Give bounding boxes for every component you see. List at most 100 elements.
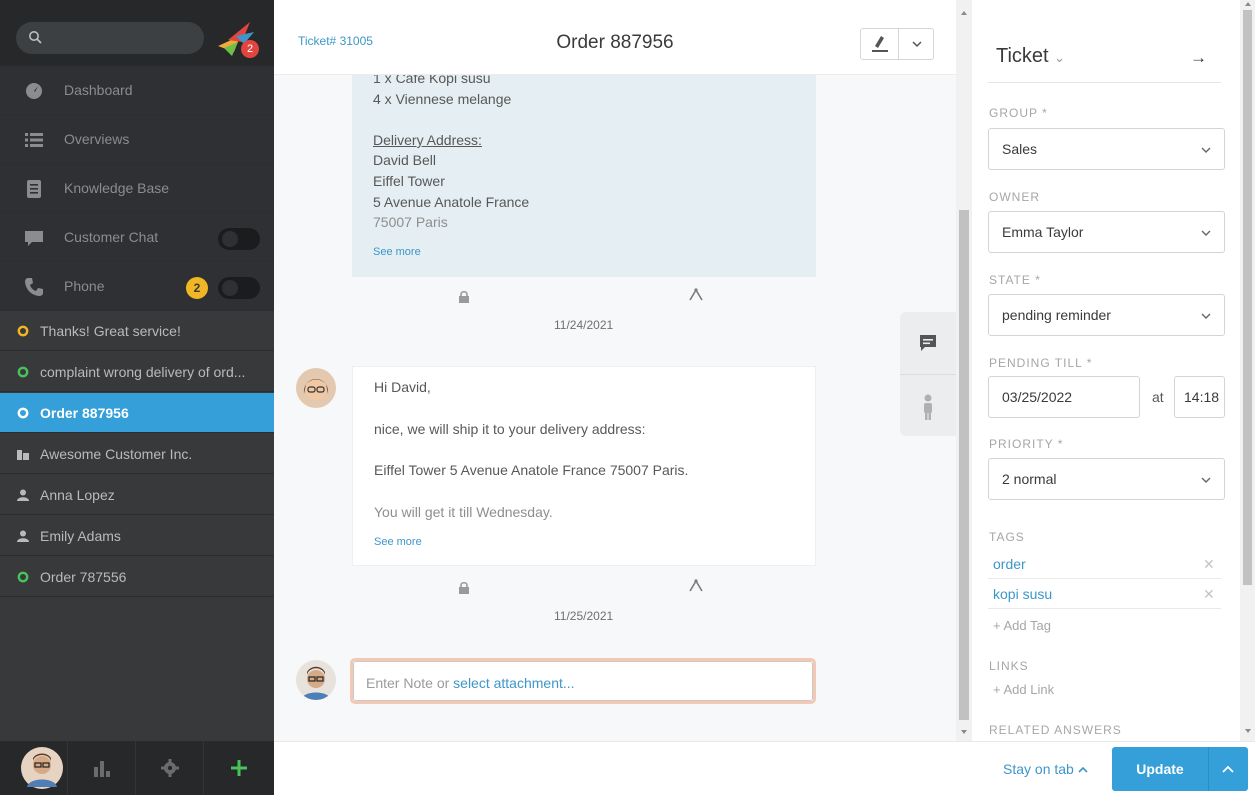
scroll-thumb[interactable] [1243,10,1252,585]
group-select[interactable]: Sales [988,128,1225,170]
task-label: Order 887956 [40,405,129,421]
links-label: LINKS [989,659,1029,673]
task-label: Anna Lopez [40,487,115,503]
article-line: Hi David, [374,379,431,395]
split-icon[interactable] [688,288,704,302]
task-item[interactable]: Awesome Customer Inc. [0,434,274,474]
chevron-up-icon[interactable] [1222,765,1234,774]
priority-select[interactable]: 2 normal [988,458,1225,500]
comment-icon[interactable] [919,334,937,352]
nav-knowledge-base[interactable]: Knowledge Base [0,164,274,213]
panel-scrollbar[interactable] [1240,0,1255,741]
stats-icon [94,761,110,777]
scroll-thumb[interactable] [959,210,969,720]
add-button[interactable] [204,741,272,795]
group-value: Sales [1002,141,1038,157]
avatar [21,747,63,789]
organization-icon [17,450,29,460]
chat-icon [25,231,43,246]
related-answers-label: RELATED ANSWERS [989,723,1122,737]
task-item[interactable]: complaint wrong delivery of ord... [0,352,274,392]
scroll-up-icon[interactable] [960,10,968,16]
chat-toggle[interactable] [218,228,260,250]
task-item[interactable]: Anna Lopez [0,475,274,515]
add-tag-link[interactable]: + Add Tag [993,618,1051,633]
state-select[interactable]: pending reminder [988,294,1225,336]
agent-avatar[interactable] [296,368,336,408]
task-label: Thanks! Great service! [40,323,181,339]
split-icon[interactable] [688,579,704,593]
dashboard-icon [26,83,42,99]
see-more-link[interactable]: See more [373,246,421,258]
owner-value: Emma Taylor [1002,224,1084,240]
sidebar-header: 2 [0,0,274,66]
scroll-down-icon[interactable] [1244,728,1252,734]
note-input[interactable]: Enter Note or select attachment... [353,661,813,701]
nav-overviews[interactable]: Overviews [0,115,274,164]
update-button[interactable]: Update [1112,747,1248,791]
task-label: Order 787556 [40,569,127,585]
article-line: Delivery Address: [373,132,482,148]
see-more-link[interactable]: See more [374,536,422,548]
ticket-title[interactable]: Order 887956 [274,32,956,54]
tag-item[interactable]: order [993,556,1026,572]
state-value: pending reminder [1002,307,1111,323]
nav-customer-chat[interactable]: Customer Chat [0,213,274,262]
bottom-bar: Stay on tab Update [274,741,1255,795]
scroll-down-icon[interactable] [960,729,968,735]
task-item-active[interactable]: Order 887956 [0,393,274,433]
pen-icon [872,36,888,52]
chevron-down-icon [1201,147,1211,153]
plus-icon [231,760,247,776]
customer-icon[interactable] [922,394,934,420]
add-link-link[interactable]: + Add Link [993,682,1054,697]
nav-label: Phone [64,278,105,294]
pending-time-input[interactable]: 14:18 [1174,376,1225,418]
phone-toggle[interactable] [218,277,260,299]
nav-dashboard[interactable]: Dashboard [0,66,274,115]
chevron-up-icon [1078,766,1088,773]
phone-icon [25,278,43,296]
avatar-button[interactable] [0,741,68,795]
user-icon [17,530,29,542]
article-second: Hi David, nice, we will ship it to your … [352,366,816,566]
select-attachment-link[interactable]: select attachment... [453,675,574,691]
tag-item[interactable]: kopi susu [993,586,1052,602]
current-user-avatar [296,660,336,700]
main-scrollbar[interactable] [956,0,972,741]
nav-label: Knowledge Base [64,180,170,196]
ticket-main: 1 x Cafe Kopi susu 4 x Viennese melange … [274,0,956,741]
state-label: STATE * [989,273,1041,287]
owner-select[interactable]: Emma Taylor [988,211,1225,253]
task-item[interactable]: Emily Adams [0,516,274,556]
task-label: Emily Adams [40,528,121,544]
article-date: 11/25/2021 [554,609,614,623]
task-item[interactable]: Thanks! Great service! [0,311,274,351]
ring-yellow-icon [17,325,29,337]
gear-icon [161,759,179,777]
settings-button[interactable] [136,741,204,795]
article-date: 11/24/2021 [554,318,614,332]
stats-button[interactable] [68,741,136,795]
chevron-down-icon [1201,477,1211,483]
ticket-header: Ticket# 31005 Order 887956 [274,0,956,75]
edit-actions-button[interactable] [860,28,934,60]
search-input[interactable] [16,22,204,54]
stay-on-tab-button[interactable]: Stay on tab [1003,761,1088,777]
pending-date-input[interactable]: 03/25/2022 [988,376,1140,418]
nav-phone[interactable]: Phone 2 [0,262,274,311]
priority-label: PRIORITY * [989,437,1064,451]
owner-label: OWNER [989,190,1040,204]
note-composer[interactable]: Enter Note or select attachment... [350,658,816,704]
collapse-arrow-icon[interactable]: → [1190,48,1207,68]
search-icon [29,31,42,44]
user-icon [17,489,29,501]
article-line: 5 Avenue Anatole France [373,194,530,210]
panel-title[interactable]: Ticket ⌄ [996,45,1065,68]
task-item[interactable]: Order 787556 [0,557,274,597]
scroll-up-icon[interactable] [1244,1,1252,7]
remove-tag-icon[interactable]: ✕ [1203,556,1215,573]
pending-till-label: PENDING TILL * [989,356,1093,370]
remove-tag-icon[interactable]: ✕ [1203,586,1215,603]
article-line: 4 x Viennese melange [373,91,512,107]
